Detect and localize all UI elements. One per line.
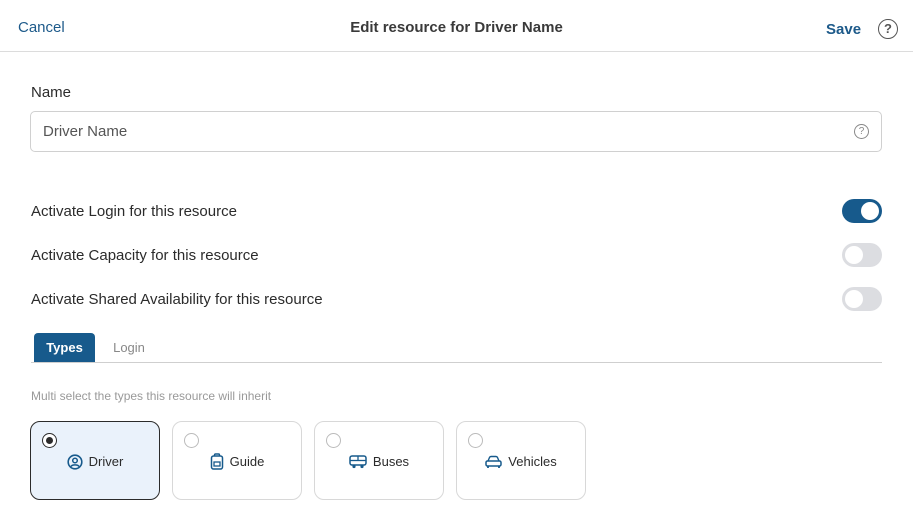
tab-login[interactable]: Login bbox=[109, 333, 149, 362]
card-content: Driver bbox=[31, 453, 159, 470]
type-label: Driver bbox=[88, 454, 124, 470]
name-help-icon[interactable]: ? bbox=[854, 124, 869, 139]
bus-icon bbox=[349, 455, 367, 469]
type-card-driver[interactable]: Driver bbox=[30, 421, 160, 500]
car-icon bbox=[485, 455, 503, 468]
save-button[interactable]: Save bbox=[826, 21, 861, 38]
tab-types[interactable]: Types bbox=[34, 333, 95, 362]
toggle-knob bbox=[845, 290, 863, 308]
card-content: Vehicles bbox=[457, 453, 585, 469]
page-title: Edit resource for Driver Name bbox=[350, 19, 563, 36]
login-toggle[interactable] bbox=[842, 199, 882, 223]
shared-availability-toggle[interactable] bbox=[842, 287, 882, 311]
type-label: Buses bbox=[372, 454, 410, 470]
type-label: Guide bbox=[229, 454, 265, 470]
login-toggle-label: Activate Login for this resource bbox=[31, 203, 237, 220]
card-content: Guide bbox=[173, 453, 301, 470]
top-bar: Cancel Edit resource for Driver Name Sav… bbox=[0, 0, 913, 52]
toggle-knob bbox=[845, 246, 863, 264]
type-card-buses[interactable]: Buses bbox=[314, 421, 444, 500]
user-circle-icon bbox=[67, 453, 83, 470]
capacity-toggle[interactable] bbox=[842, 243, 882, 267]
buses-radio[interactable] bbox=[326, 433, 341, 448]
type-card-guide[interactable]: Guide bbox=[172, 421, 302, 500]
name-label: Name bbox=[31, 84, 72, 101]
types-hint: Multi select the types this resource wil… bbox=[31, 389, 272, 403]
shared-availability-toggle-label: Activate Shared Availability for this re… bbox=[31, 291, 323, 308]
name-input[interactable] bbox=[43, 112, 843, 151]
type-label: Vehicles bbox=[508, 454, 557, 470]
tab-bar: Types Login bbox=[31, 333, 882, 363]
toggle-knob bbox=[861, 202, 879, 220]
card-content: Buses bbox=[315, 453, 443, 469]
name-field-container: ? bbox=[30, 111, 882, 152]
help-icon[interactable]: ? bbox=[878, 19, 898, 39]
type-card-vehicles[interactable]: Vehicles bbox=[456, 421, 586, 500]
vehicles-radio[interactable] bbox=[468, 433, 483, 448]
driver-radio[interactable] bbox=[42, 433, 57, 448]
capacity-toggle-label: Activate Capacity for this resource bbox=[31, 247, 259, 264]
backpack-icon bbox=[210, 453, 223, 470]
guide-radio[interactable] bbox=[184, 433, 199, 448]
